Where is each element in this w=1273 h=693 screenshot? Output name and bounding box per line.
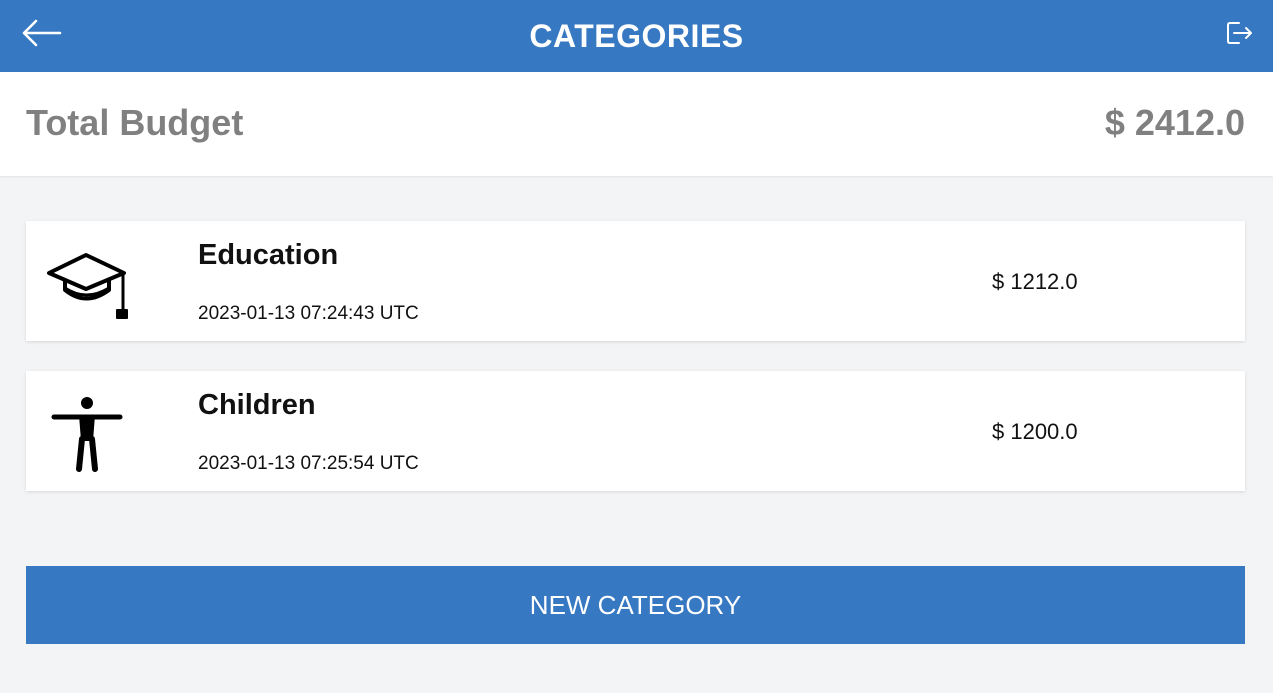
total-budget-label: Total Budget: [26, 102, 244, 143]
total-budget-value: $ 2412.0: [1104, 102, 1245, 143]
category-amount: $ 1200.0: [992, 419, 1078, 444]
category-name: Children: [198, 389, 316, 421]
back-button[interactable]: [18, 16, 64, 50]
category-card-education[interactable]: Education 2023-01-13 07:24:43 UTC $ 1212…: [26, 221, 1245, 341]
category-amount: $ 1212.0: [992, 269, 1078, 294]
page-title: CATEGORIES: [529, 18, 744, 54]
total-budget-bar: Total Budget $ 2412.0: [0, 72, 1273, 176]
graduation-cap-icon: [47, 253, 128, 319]
category-name: Education: [198, 239, 339, 271]
arrow-left-icon: [22, 19, 62, 47]
category-date: 2023-01-13 07:25:54 UTC: [198, 453, 419, 474]
logout-icon: [1227, 22, 1252, 44]
new-category-button[interactable]: NEW CATEGORY: [26, 566, 1245, 644]
logout-button[interactable]: [1225, 20, 1255, 46]
category-date: 2023-01-13 07:24:43 UTC: [198, 303, 419, 324]
top-bar: CATEGORIES: [0, 0, 1273, 72]
category-card-children[interactable]: Children 2023-01-13 07:25:54 UTC $ 1200.…: [26, 371, 1245, 491]
person-icon: [51, 397, 123, 472]
